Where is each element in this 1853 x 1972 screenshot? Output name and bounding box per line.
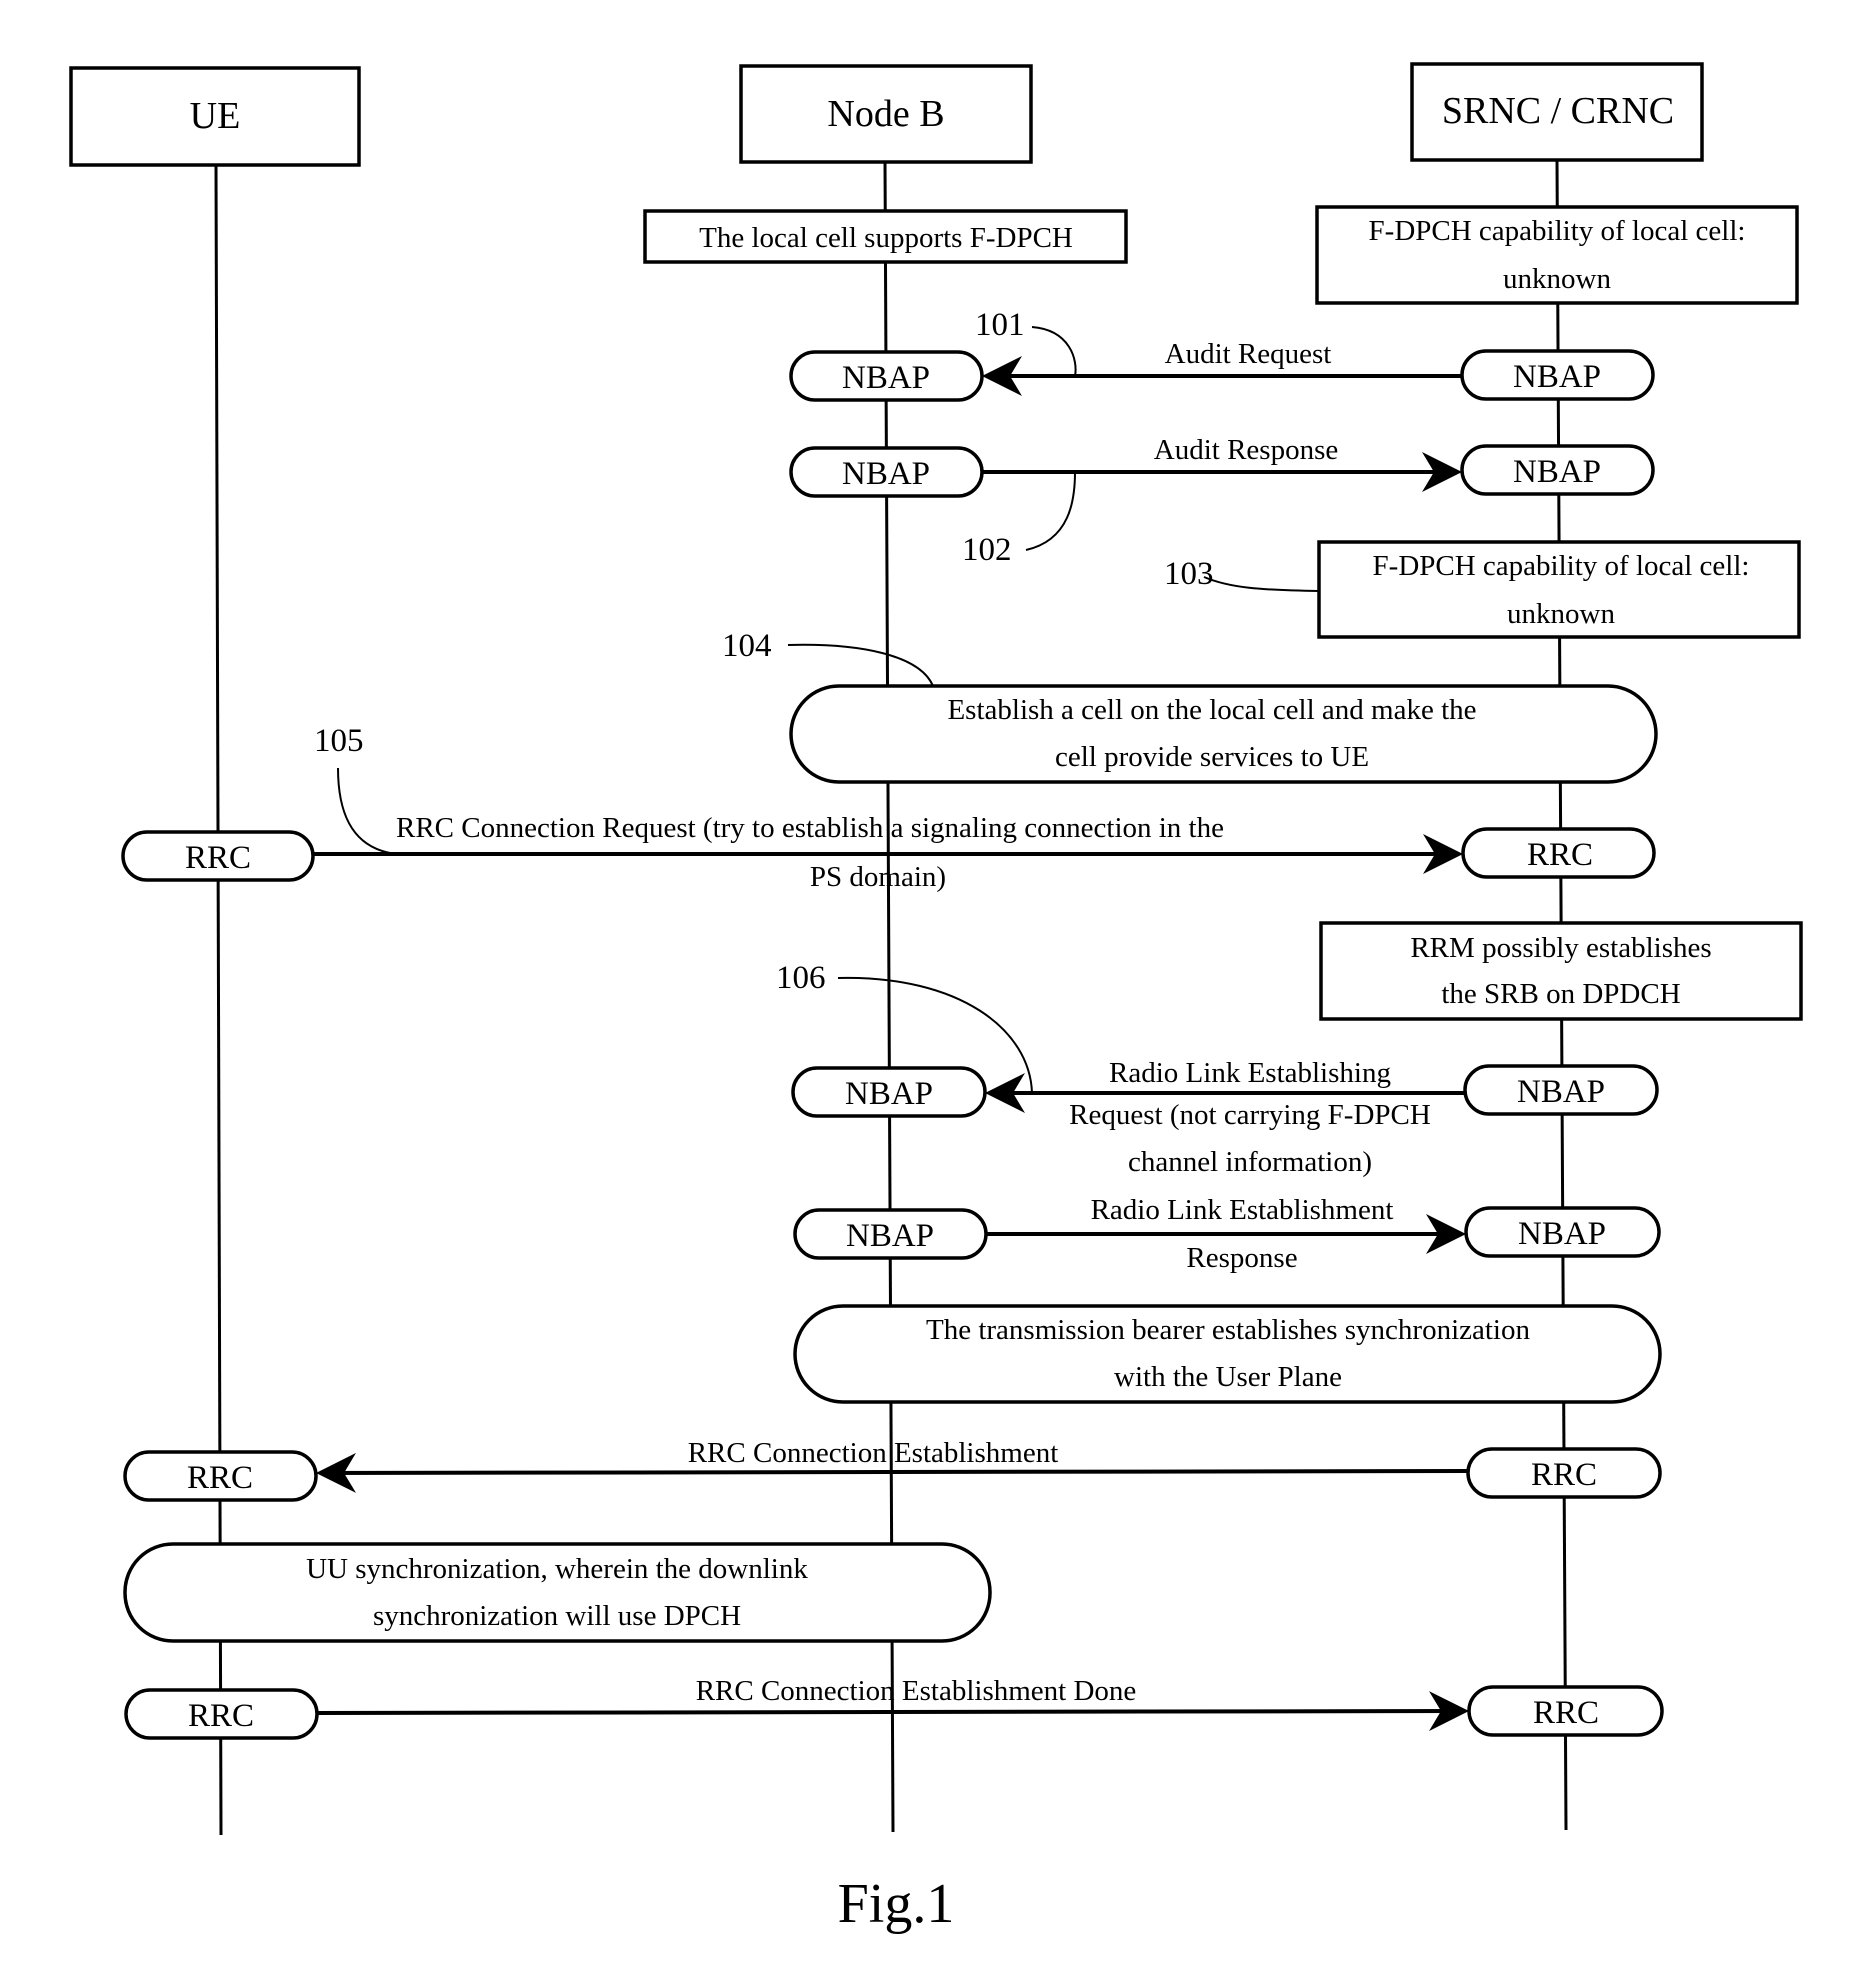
step-number: 106 xyxy=(776,960,826,996)
leader-line xyxy=(787,643,934,687)
note-text-line1: RRM possibly establishes xyxy=(1410,932,1711,964)
note-text-line1: F-DPCH capability of local cell: xyxy=(1369,215,1746,247)
message-label-line1: RRC Connection Request (try to establish… xyxy=(396,812,1224,844)
message-label: Audit Request xyxy=(1165,338,1332,370)
note-text-line2: unknown xyxy=(1507,598,1615,630)
process-uu-sync: UU synchronization, wherein the downlink… xyxy=(123,1542,992,1643)
process-text-line1: UU synchronization, wherein the downlink xyxy=(306,1553,808,1585)
leader-line xyxy=(1203,576,1320,592)
radio-link-response: NBAP NBAP Radio Link Establishment Respo… xyxy=(793,1194,1661,1274)
rrc-label: RRC xyxy=(1531,1457,1597,1493)
note-text-line2: unknown xyxy=(1503,263,1611,295)
message-label: Audit Response xyxy=(1154,434,1338,466)
rrc-label: RRC xyxy=(1533,1695,1599,1731)
rrc-label: RRC xyxy=(1527,837,1593,873)
step-103-capability-unknown: F-DPCH capability of local cell: unknown… xyxy=(1164,540,1801,639)
step-number: 104 xyxy=(722,628,772,664)
step-number: 103 xyxy=(1164,556,1214,592)
step-104-establish-cell: Establish a cell on the local cell and m… xyxy=(722,628,1658,784)
note-srnc-capability-unknown-1: F-DPCH capability of local cell: unknown xyxy=(1315,205,1799,305)
nbap-label: NBAP xyxy=(1517,1074,1605,1110)
entity-nodeb: Node B xyxy=(739,64,1033,164)
leader-line xyxy=(337,767,391,854)
note-rrm-srb-on-dpdch: RRM possibly establishes the SRB on DPDC… xyxy=(1319,921,1803,1021)
rrc-connection-establishment-arrow xyxy=(316,1452,1469,1493)
nbap-label: NBAP xyxy=(846,1218,934,1254)
rrc-connection-establishment-done-arrow xyxy=(316,1691,1469,1732)
note-nodeb-supports-fdpch: The local cell supports F-DPCH xyxy=(643,209,1128,264)
nbap-label: NBAP xyxy=(1513,454,1601,490)
nbap-label: NBAP xyxy=(1513,359,1601,395)
process-text-line2: cell provide services to UE xyxy=(1055,741,1369,773)
nbap-label: NBAP xyxy=(842,456,930,492)
step-number: 102 xyxy=(962,532,1012,568)
rrc-label: RRC xyxy=(188,1698,254,1734)
note-text-line2: the SRB on DPDCH xyxy=(1441,978,1680,1010)
message-label: RRC Connection Establishment Done xyxy=(696,1675,1137,1707)
message-label-line2: Response xyxy=(1186,1242,1297,1274)
process-transport-bearer-sync: The transmission bearer establishes sync… xyxy=(793,1304,1662,1404)
figure-caption: Fig.1 xyxy=(838,1873,955,1935)
nbap-label: NBAP xyxy=(842,360,930,396)
entity-ue: UE xyxy=(69,66,361,167)
entity-srnc-label: SRNC / CRNC xyxy=(1442,90,1674,132)
entity-ue-label: UE xyxy=(190,95,241,137)
leader-line xyxy=(1025,471,1076,551)
note-text-line1: F-DPCH capability of local cell: xyxy=(1373,550,1750,582)
rrc-label: RRC xyxy=(187,1460,253,1496)
process-text-line1: Establish a cell on the local cell and m… xyxy=(947,694,1476,726)
sequence-diagram: UE Node B SRNC / CRNC The local cell sup… xyxy=(69,62,1803,1935)
step-number: 101 xyxy=(975,307,1025,343)
process-text-line2: synchronization will use DPCH xyxy=(373,1600,741,1632)
process-text-line1: The transmission bearer establishes sync… xyxy=(926,1314,1531,1346)
message-label-line2: Request (not carrying F-DPCH xyxy=(1069,1099,1431,1131)
leader-line xyxy=(1031,326,1077,377)
rrc-label: RRC xyxy=(185,840,251,876)
message-label-line2: PS domain) xyxy=(810,861,946,893)
entity-srnc: SRNC / CRNC xyxy=(1410,62,1704,162)
message-label-line3: channel information) xyxy=(1128,1146,1372,1178)
message-label-line1: Radio Link Establishing xyxy=(1109,1057,1391,1089)
entity-nodeb-label: Node B xyxy=(827,93,944,135)
process-text-line2: with the User Plane xyxy=(1114,1361,1342,1393)
message-label-line1: Radio Link Establishment xyxy=(1091,1194,1394,1226)
nbap-label: NBAP xyxy=(845,1076,933,1112)
step-number: 105 xyxy=(314,723,364,759)
message-label: RRC Connection Establishment xyxy=(688,1437,1059,1469)
step-101-audit-request: NBAP NBAP Audit Request 101 xyxy=(789,307,1655,402)
nbap-label: NBAP xyxy=(1518,1216,1606,1252)
note-text: The local cell supports F-DPCH xyxy=(699,222,1073,254)
